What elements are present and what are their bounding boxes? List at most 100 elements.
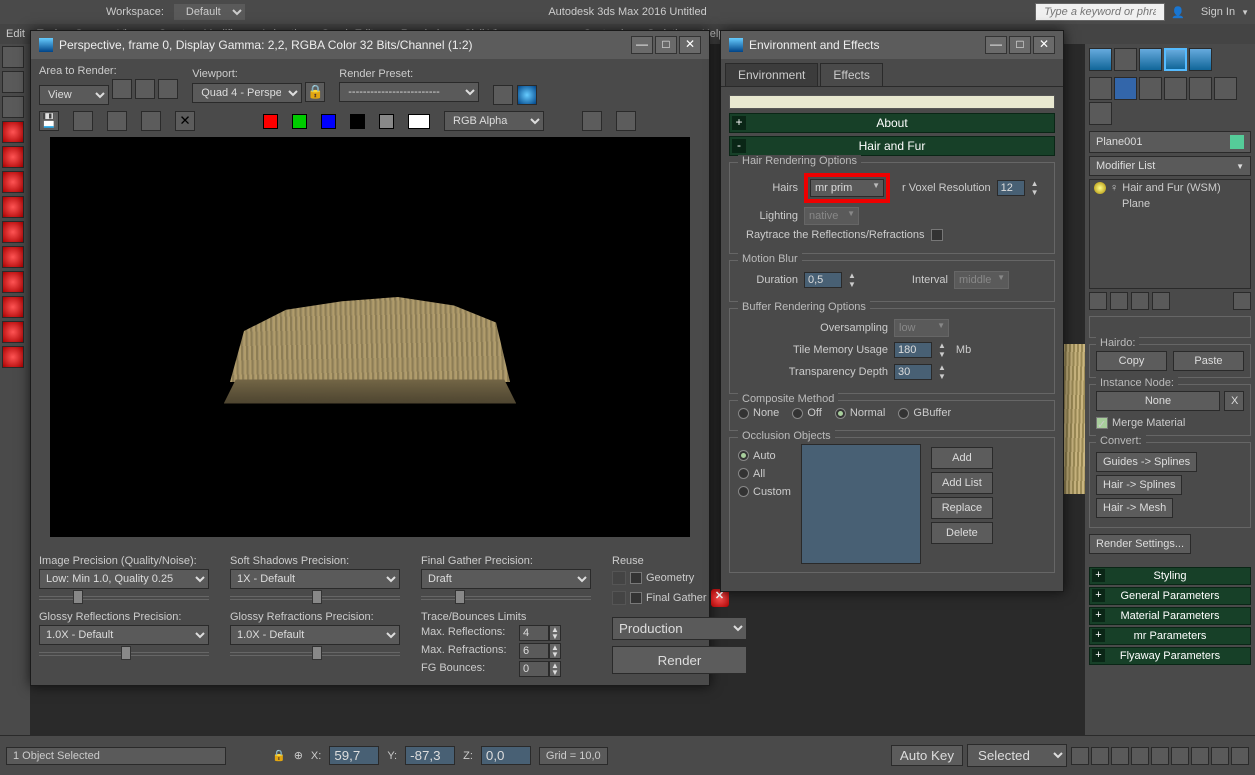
spinner-arrows[interactable]: ▲▼ xyxy=(938,341,946,359)
channel-select[interactable]: RGB Alpha xyxy=(444,111,544,131)
lock-icon[interactable] xyxy=(612,591,626,605)
minimize-button[interactable]: — xyxy=(631,36,653,54)
next-frame-icon[interactable] xyxy=(1131,747,1149,765)
max-refr-input[interactable] xyxy=(519,643,549,659)
window-titlebar[interactable]: Environment and Effects — □ ✕ xyxy=(721,31,1063,59)
glossy-refl-slider[interactable] xyxy=(39,649,209,659)
render-button[interactable]: Render xyxy=(612,646,747,674)
guides-to-splines-button[interactable]: Guides -> Splines xyxy=(1096,452,1197,472)
duration-input[interactable] xyxy=(804,272,842,288)
render-settings-button[interactable]: Render Settings... xyxy=(1089,534,1191,554)
menu-edit[interactable]: Edit xyxy=(6,28,25,40)
rollout-mr-params[interactable]: +mr Parameters xyxy=(1089,627,1251,645)
occlusion-list[interactable] xyxy=(801,444,921,564)
composite-none-radio[interactable]: None xyxy=(738,407,779,419)
glossy-refl-select[interactable]: 1.0X - Default xyxy=(39,625,209,645)
x-coord-input[interactable] xyxy=(329,746,379,765)
panel-tab-icon[interactable] xyxy=(1089,77,1112,100)
delete-button[interactable]: Delete xyxy=(931,522,993,544)
spinner-arrows[interactable]: ▲▼ xyxy=(549,661,561,677)
auto-key-button[interactable]: Auto Key xyxy=(891,745,963,766)
mod-toolbar-button[interactable] xyxy=(1233,292,1251,310)
teapot-icon[interactable] xyxy=(1189,48,1212,71)
print-button[interactable] xyxy=(141,111,161,131)
tab-environment[interactable]: Environment xyxy=(725,63,818,86)
tool-button[interactable] xyxy=(2,196,24,218)
paste-button[interactable]: Paste xyxy=(1173,351,1244,371)
geometry-checkbox[interactable] xyxy=(630,572,642,584)
panel-tab-icon[interactable] xyxy=(1189,77,1212,100)
mod-toolbar-button[interactable] xyxy=(1131,292,1149,310)
render-mode-select[interactable]: Production xyxy=(612,617,747,640)
color-swatch[interactable] xyxy=(1230,135,1244,149)
effects-list[interactable] xyxy=(729,95,1055,109)
render-button[interactable] xyxy=(517,85,537,105)
soft-shadows-slider[interactable] xyxy=(230,593,400,603)
modifier-stack[interactable]: ♀Hair and Fur (WSM) Plane xyxy=(1089,179,1251,289)
lock-icon[interactable] xyxy=(612,571,626,585)
blue-channel-button[interactable] xyxy=(321,114,336,129)
spinner-arrows[interactable]: ▲▼ xyxy=(1031,179,1039,197)
occlusion-custom-radio[interactable]: Custom xyxy=(738,486,791,498)
nav-icon[interactable] xyxy=(1211,747,1229,765)
rollout-hair-fur[interactable]: -Hair and Fur xyxy=(729,136,1055,156)
teapot-icon[interactable] xyxy=(1164,48,1187,71)
goto-end-icon[interactable] xyxy=(1151,747,1169,765)
mod-toolbar-button[interactable] xyxy=(1089,292,1107,310)
user-icon[interactable]: 👤 xyxy=(1171,6,1185,19)
image-precision-select[interactable]: Low: Min 1.0, Quality 0.25 xyxy=(39,569,209,589)
none-button[interactable]: None xyxy=(1096,391,1220,411)
rollout-about[interactable]: +About xyxy=(729,113,1055,133)
tool-button[interactable] xyxy=(2,96,24,118)
tool-button[interactable] xyxy=(2,321,24,343)
red-channel-button[interactable] xyxy=(263,114,278,129)
region-button[interactable] xyxy=(158,79,178,99)
spinner-arrows[interactable]: ▲▼ xyxy=(848,271,856,289)
window-titlebar[interactable]: Perspective, frame 0, Display Gamma: 2,2… xyxy=(31,31,709,59)
viewport-select[interactable]: Quad 4 - Perspec xyxy=(192,83,302,103)
nav-icon[interactable] xyxy=(1191,747,1209,765)
transp-input[interactable] xyxy=(894,364,932,380)
mod-toolbar-button[interactable] xyxy=(1110,292,1128,310)
nav-icon[interactable] xyxy=(1171,747,1189,765)
tool-button[interactable] xyxy=(2,46,24,68)
glossy-refr-slider[interactable] xyxy=(230,649,400,659)
region-button[interactable] xyxy=(112,79,132,99)
hair-to-splines-button[interactable]: Hair -> Splines xyxy=(1096,475,1182,495)
y-coord-input[interactable] xyxy=(405,746,455,765)
image-precision-slider[interactable] xyxy=(39,593,209,603)
tool-button[interactable] xyxy=(2,221,24,243)
hair-to-mesh-button[interactable]: Hair -> Mesh xyxy=(1096,498,1173,518)
fg-bounces-input[interactable] xyxy=(519,661,549,677)
panel-tab-icon[interactable] xyxy=(1114,77,1137,100)
occlusion-auto-radio[interactable]: Auto xyxy=(738,450,791,462)
raytrace-checkbox[interactable] xyxy=(931,229,943,241)
panel-tab-icon[interactable] xyxy=(1164,77,1187,100)
close-button[interactable]: ✕ xyxy=(679,36,701,54)
toggle-button[interactable] xyxy=(582,111,602,131)
panel-tab-icon[interactable] xyxy=(1139,77,1162,100)
alpha-channel-button[interactable] xyxy=(350,114,365,129)
x-button[interactable]: X xyxy=(1224,391,1244,411)
teapot-icon[interactable] xyxy=(1089,48,1112,71)
clear-fg-button[interactable]: ✕ xyxy=(711,589,729,607)
modifier-item[interactable]: Plane xyxy=(1090,196,1250,212)
play-icon[interactable] xyxy=(1111,747,1129,765)
object-name-field[interactable]: Plane001 xyxy=(1089,131,1251,153)
add-list-button[interactable]: Add List xyxy=(931,472,993,494)
lock-viewport-button[interactable]: 🔒 xyxy=(305,82,325,102)
tool-button[interactable] xyxy=(2,271,24,293)
rollout-flyaway-params[interactable]: +Flyaway Parameters xyxy=(1089,647,1251,665)
swatch-button[interactable] xyxy=(408,114,430,129)
minimize-button[interactable]: — xyxy=(985,36,1007,54)
green-channel-button[interactable] xyxy=(292,114,307,129)
mono-channel-button[interactable] xyxy=(379,114,394,129)
panel-icon[interactable] xyxy=(1114,48,1137,71)
lock-icon[interactable]: 🔒 xyxy=(272,749,286,762)
teapot-icon[interactable] xyxy=(1139,48,1162,71)
nav-icon[interactable] xyxy=(1231,747,1249,765)
z-coord-input[interactable] xyxy=(481,746,531,765)
render-preset-select[interactable]: ------------------------- xyxy=(339,82,479,102)
panel-tab-icon[interactable] xyxy=(1089,102,1112,125)
clear-button[interactable]: ✕ xyxy=(175,111,195,131)
